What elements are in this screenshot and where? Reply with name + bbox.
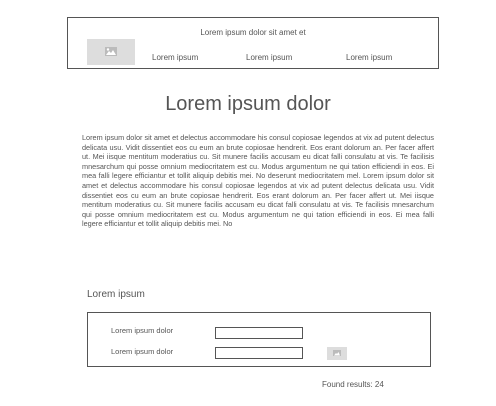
image-placeholder-icon: [105, 47, 117, 56]
nav-link-2[interactable]: Lorem ipsum: [246, 53, 292, 62]
image-placeholder-icon: [333, 350, 341, 356]
header-title: Lorem ipsum dolor sit amet et: [200, 28, 306, 37]
field-input-2[interactable]: [215, 347, 303, 359]
field-input-1[interactable]: [215, 327, 303, 339]
body-paragraph: Lorem ipsum dolor sit amet et delectus a…: [82, 133, 434, 229]
field-label-1: Lorem ipsum dolor: [111, 326, 174, 335]
field-label-2: Lorem ipsum dolor: [111, 347, 174, 356]
form-section-title: Lorem ipsum: [87, 289, 145, 300]
logo[interactable]: [87, 39, 135, 65]
nav-link-1[interactable]: Lorem ipsum: [152, 53, 198, 62]
header: Lorem ipsum dolor sit amet et Lorem ipsu…: [67, 17, 439, 69]
submit-button[interactable]: [327, 347, 347, 360]
page-title: Lorem ipsum dolor: [165, 93, 331, 115]
results-count: Found results: 24: [322, 380, 384, 389]
search-form: Lorem ipsum dolor Lorem ipsum dolor: [87, 312, 431, 367]
nav-link-3[interactable]: Lorem ipsum: [346, 53, 392, 62]
